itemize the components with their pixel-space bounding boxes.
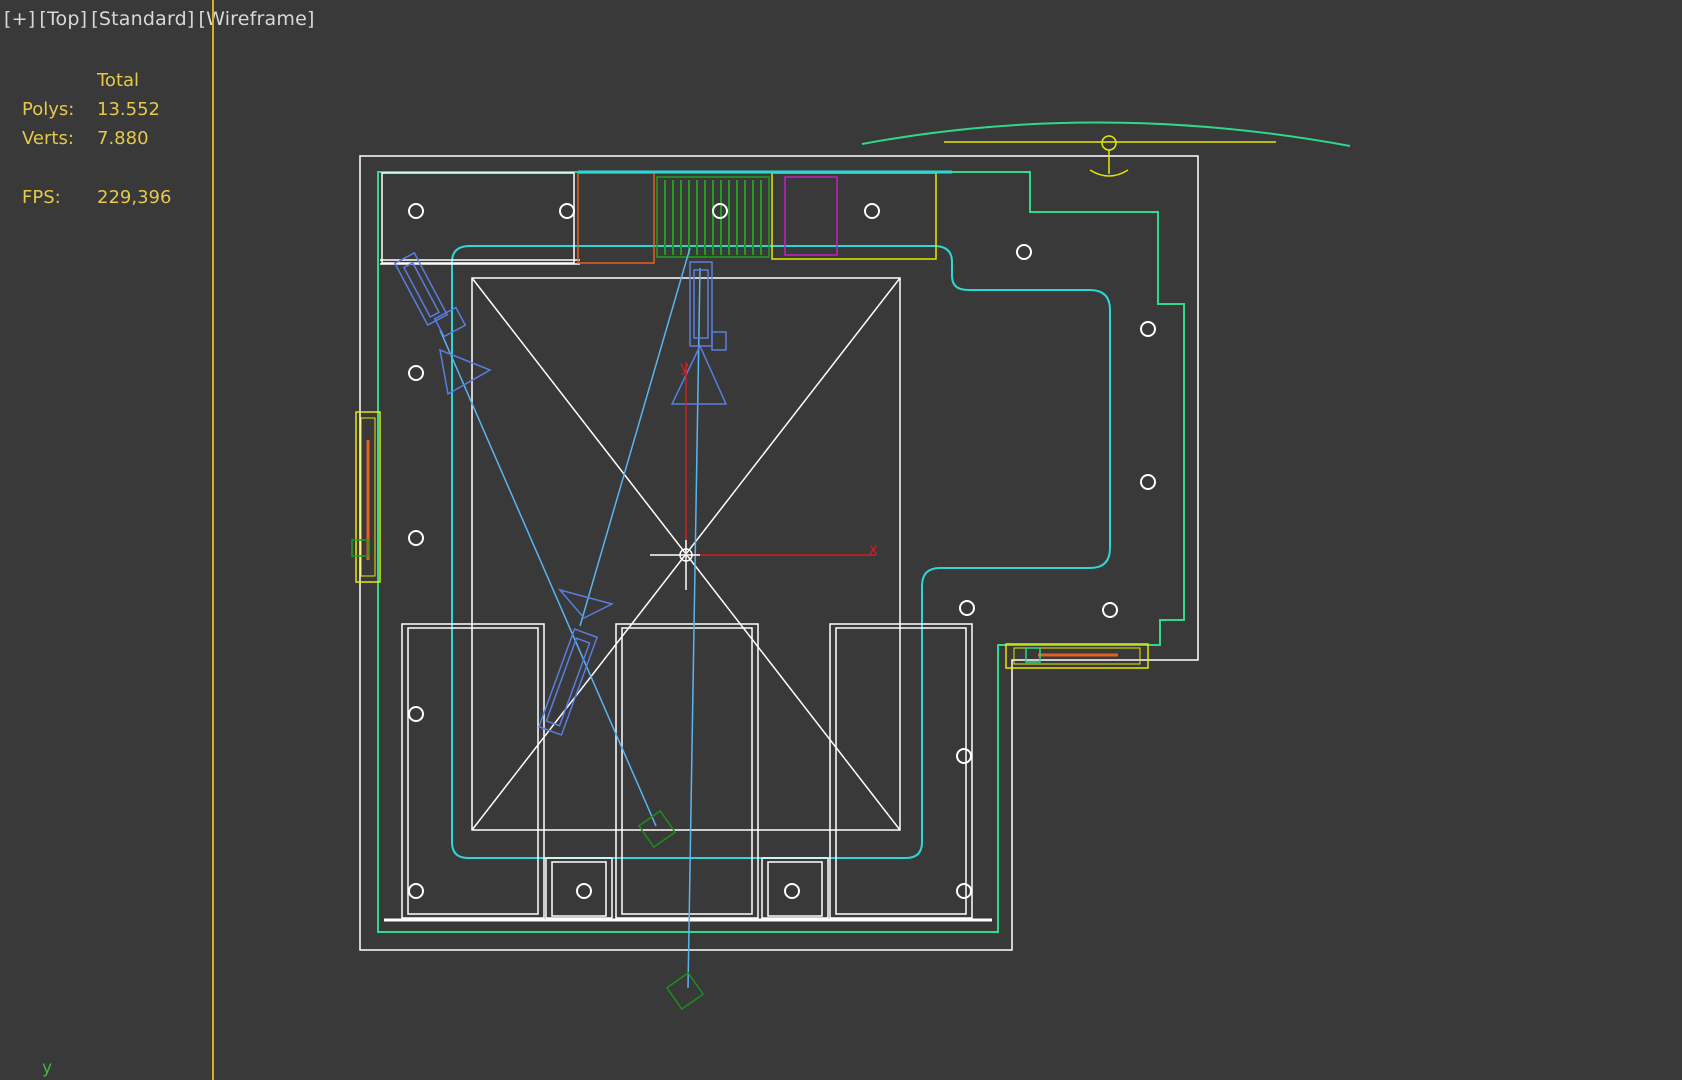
right-window[interactable] xyxy=(1005,643,1149,669)
inner-boundary-spline[interactable] xyxy=(377,171,1185,933)
downlights[interactable] xyxy=(408,203,1156,899)
camera-target-2[interactable] xyxy=(665,971,705,1011)
outer-wall-outline[interactable] xyxy=(359,155,1199,951)
bottom-furniture[interactable] xyxy=(384,623,992,922)
floor-plan-wireframe[interactable]: x y xyxy=(0,0,1682,1080)
top-cabinets[interactable] xyxy=(380,170,952,265)
transform-gizmo[interactable]: x y xyxy=(650,358,878,590)
camera-target-1[interactable] xyxy=(637,809,677,849)
top-viewport[interactable]: [+] [Top] [Standard] [Wireframe] Total P… xyxy=(0,0,1682,1080)
gizmo-x-label: x xyxy=(869,540,878,558)
camera-target-lines xyxy=(439,247,701,989)
left-window[interactable] xyxy=(351,411,381,583)
gizmo-y-label: y xyxy=(680,358,689,376)
